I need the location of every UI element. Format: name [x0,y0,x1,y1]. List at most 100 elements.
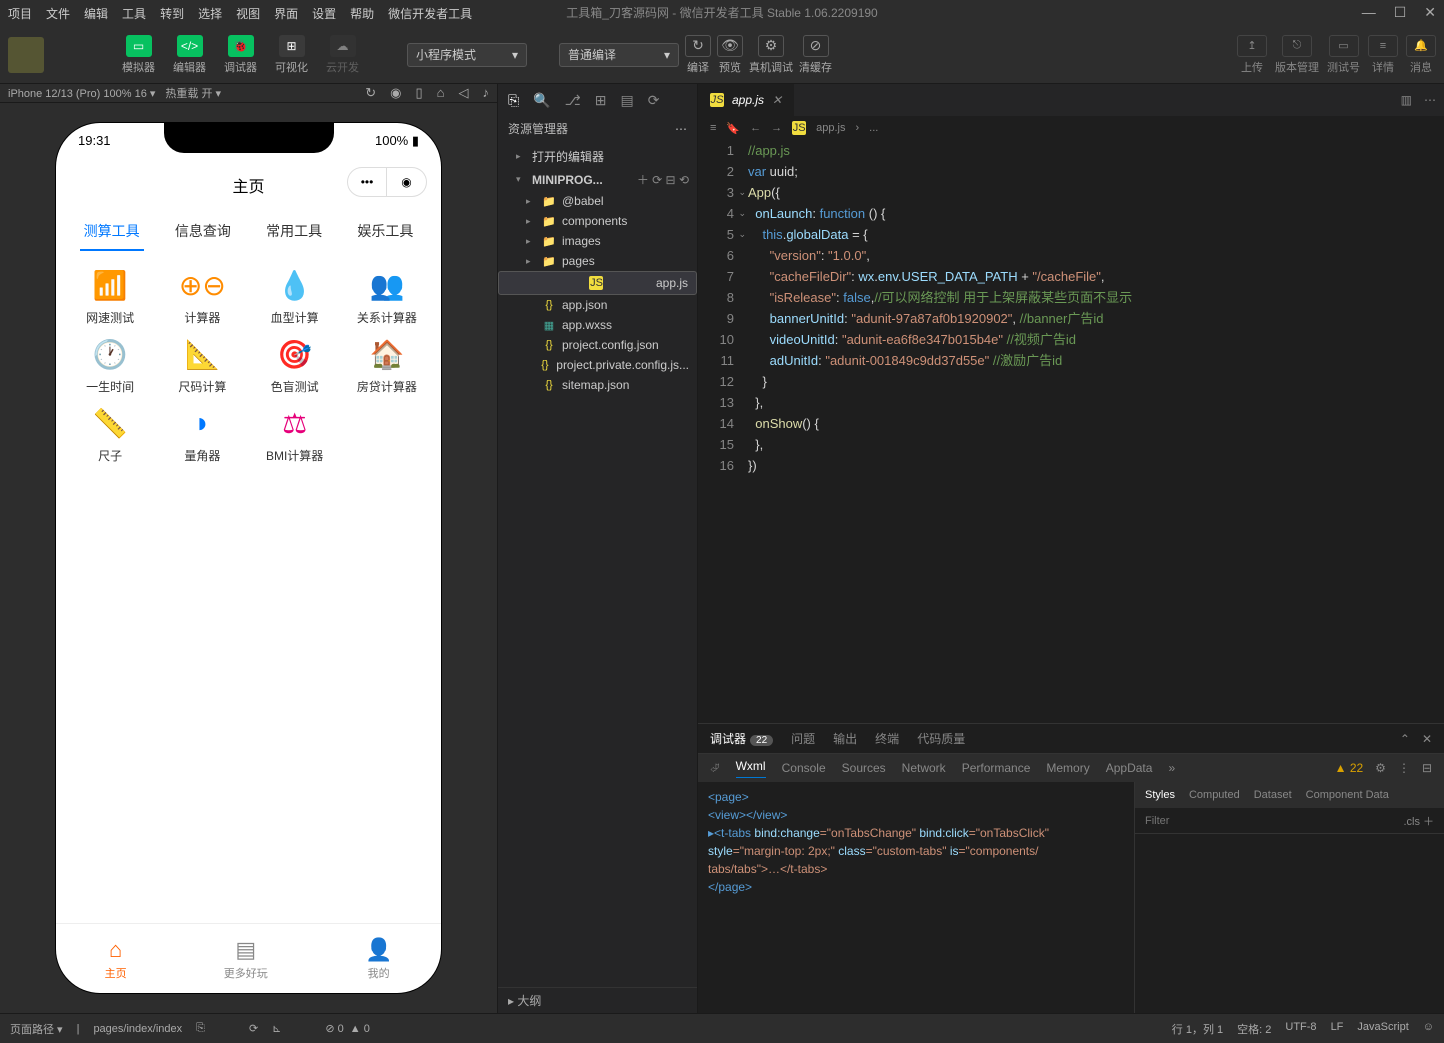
testid-button[interactable]: ▭测试号 [1327,35,1360,75]
tab-info[interactable]: 信息查询 [171,213,235,251]
style-filter-input[interactable] [1145,815,1403,827]
crumb-fwd-icon[interactable]: → [771,122,782,134]
realdevice-button[interactable]: ⚙真机调试 [749,35,793,75]
crumb-bookmark-icon[interactable]: 🔖 [726,122,740,135]
pagepath-value[interactable]: pages/index/index [93,1023,182,1035]
tab-close-icon[interactable]: ✕ [772,93,782,107]
clearcache-button[interactable]: ⊘清缓存 [799,35,832,75]
file-app-json[interactable]: {}app.json [498,295,697,315]
dbgtab-terminal[interactable]: 终端 [875,724,899,753]
subtab-sources[interactable]: Sources [842,761,886,775]
menu-settings[interactable]: 设置 [312,5,336,22]
detail-button[interactable]: ≡详情 [1368,35,1398,75]
dbgtab-debugger[interactable]: 调试器22 [710,724,773,753]
feedback-icon[interactable]: ☺ [1423,1021,1434,1037]
back-icon[interactable]: ◁ [459,85,469,101]
cursor-position[interactable]: 行 1，列 1 [1172,1021,1223,1037]
device-select[interactable]: iPhone 12/13 (Pro) 100% 16 ▾ [8,87,155,100]
open-editors[interactable]: ▸打开的编辑器 [498,145,697,168]
dbgtab-problems[interactable]: 问题 [791,724,815,753]
folder-components[interactable]: ▸📁components [498,211,697,231]
eol[interactable]: LF [1331,1021,1344,1037]
maximize-icon[interactable]: ☐ [1394,4,1407,21]
upload-button[interactable]: ↥上传 [1237,35,1267,75]
capsule-close-icon[interactable]: ◉ [387,167,427,197]
tab-entertainment[interactable]: 娱乐工具 [353,213,417,251]
folder-images[interactable]: ▸📁images [498,231,697,251]
language[interactable]: JavaScript [1357,1021,1408,1037]
mute-icon[interactable]: ♪ [483,85,490,101]
menu-select[interactable]: 选择 [198,5,222,22]
editor-button[interactable]: </>编辑器 [167,33,212,77]
grid-item[interactable]: 📐尺码计算 [156,336,248,395]
tab-measure[interactable]: 测算工具 [80,213,144,251]
grid-item[interactable]: 👥关系计算器 [341,267,433,326]
grid-item[interactable]: ◗量角器 [156,405,248,464]
bottomtab-more[interactable]: ▤更多好玩 [224,937,268,981]
subtab-wxml[interactable]: Wxml [736,759,766,778]
grid-item[interactable]: 📶网速测试 [64,267,156,326]
cloud-button[interactable]: ☁云开发 [320,33,365,77]
debugger-button[interactable]: 🐞调试器 [218,33,263,77]
grid-item[interactable]: 📏尺子 [64,405,156,464]
menu-view[interactable]: 视图 [236,5,260,22]
grid-item[interactable]: 🎯色盲测试 [249,336,341,395]
stat-perf-icon[interactable]: ⊾ [272,1022,281,1035]
file-sitemap[interactable]: {}sitemap.json [498,375,697,395]
hov-cls[interactable]: .cls ＋ [1403,813,1434,829]
warning-indicator[interactable]: ▲ 0 [350,1023,370,1035]
menu-file[interactable]: 文件 [46,5,70,22]
menu-interface[interactable]: 界面 [274,5,298,22]
crumb-more[interactable]: ... [869,122,878,134]
tab-common[interactable]: 常用工具 [262,213,326,251]
explorer-icon[interactable]: ⎘ [508,92,519,109]
subtab-console[interactable]: Console [782,761,826,775]
subtab-memory[interactable]: Memory [1046,761,1089,775]
editor-tab-app-js[interactable]: JSapp.js✕ [698,84,794,116]
search-icon[interactable]: 🔍 [533,92,550,109]
folder-pages[interactable]: ▸📁pages [498,251,697,271]
record-icon[interactable]: ◉ [390,85,401,101]
git-icon[interactable]: ⎇ [565,92,581,109]
stat-scene-icon[interactable]: ⟳ [249,1022,258,1035]
avatar[interactable] [8,37,44,73]
styletab-dataset[interactable]: Dataset [1254,789,1292,801]
error-indicator[interactable]: ⊘ 0 [325,1022,343,1035]
rotate-icon[interactable]: ▯ [415,85,422,101]
outline[interactable]: ▸ 大纲 [498,987,697,1013]
hotreload-toggle[interactable]: 热重载 开 ▾ [165,85,221,101]
file-project-config[interactable]: {}project.config.json [498,335,697,355]
dbgtab-codequality[interactable]: 代码质量 [917,724,965,753]
ext1-icon[interactable]: ⊞ [595,92,607,109]
refresh-icon[interactable]: ↻ [365,85,376,101]
home-icon[interactable]: ⌂ [437,85,445,101]
folder-babel[interactable]: ▸📁@babel [498,191,697,211]
bottomtab-mine[interactable]: 👤我的 [365,937,392,981]
menu-goto[interactable]: 转到 [160,5,184,22]
menu-tools[interactable]: 工具 [122,5,146,22]
pagepath-label[interactable]: 页面路径 ▾ [10,1021,63,1037]
ext3-icon[interactable]: ⟳ [648,92,660,109]
grid-item[interactable]: ⊕⊖计算器 [156,267,248,326]
subtab-performance[interactable]: Performance [962,761,1031,775]
version-button[interactable]: ⎋版本管理 [1275,35,1319,75]
message-button[interactable]: 🔔消息 [1406,35,1436,75]
crumb-toc-icon[interactable]: ≡ [710,122,716,134]
project-root[interactable]: ▾MINIPROG...＋ ⟳ ⊟ ⟲ [498,168,697,191]
indent[interactable]: 空格: 2 [1237,1021,1271,1037]
wxml-tree[interactable]: <page> <view></view> ▸<t-tabs bind:chang… [698,782,1134,1013]
subtab-appdata[interactable]: AppData [1106,761,1153,775]
file-app-wxss[interactable]: ▦app.wxss [498,315,697,335]
inspect-icon[interactable]: ⮰ [710,761,720,776]
visualize-button[interactable]: ⊞可视化 [269,33,314,77]
styletab-styles[interactable]: Styles [1145,789,1175,801]
dbgtab-output[interactable]: 输出 [833,724,857,753]
simulator-button[interactable]: ▭模拟器 [116,33,161,77]
copy-path-icon[interactable]: ⎘ [196,1022,205,1035]
menu-edit[interactable]: 编辑 [84,5,108,22]
file-project-private[interactable]: {}project.private.config.js... [498,355,697,375]
styletab-componentdata[interactable]: Component Data [1306,789,1389,801]
grid-item[interactable]: 🏠房贷计算器 [341,336,433,395]
menu-wechat[interactable]: 微信开发者工具 [388,5,472,22]
subtab-more-icon[interactable]: » [1168,761,1175,775]
